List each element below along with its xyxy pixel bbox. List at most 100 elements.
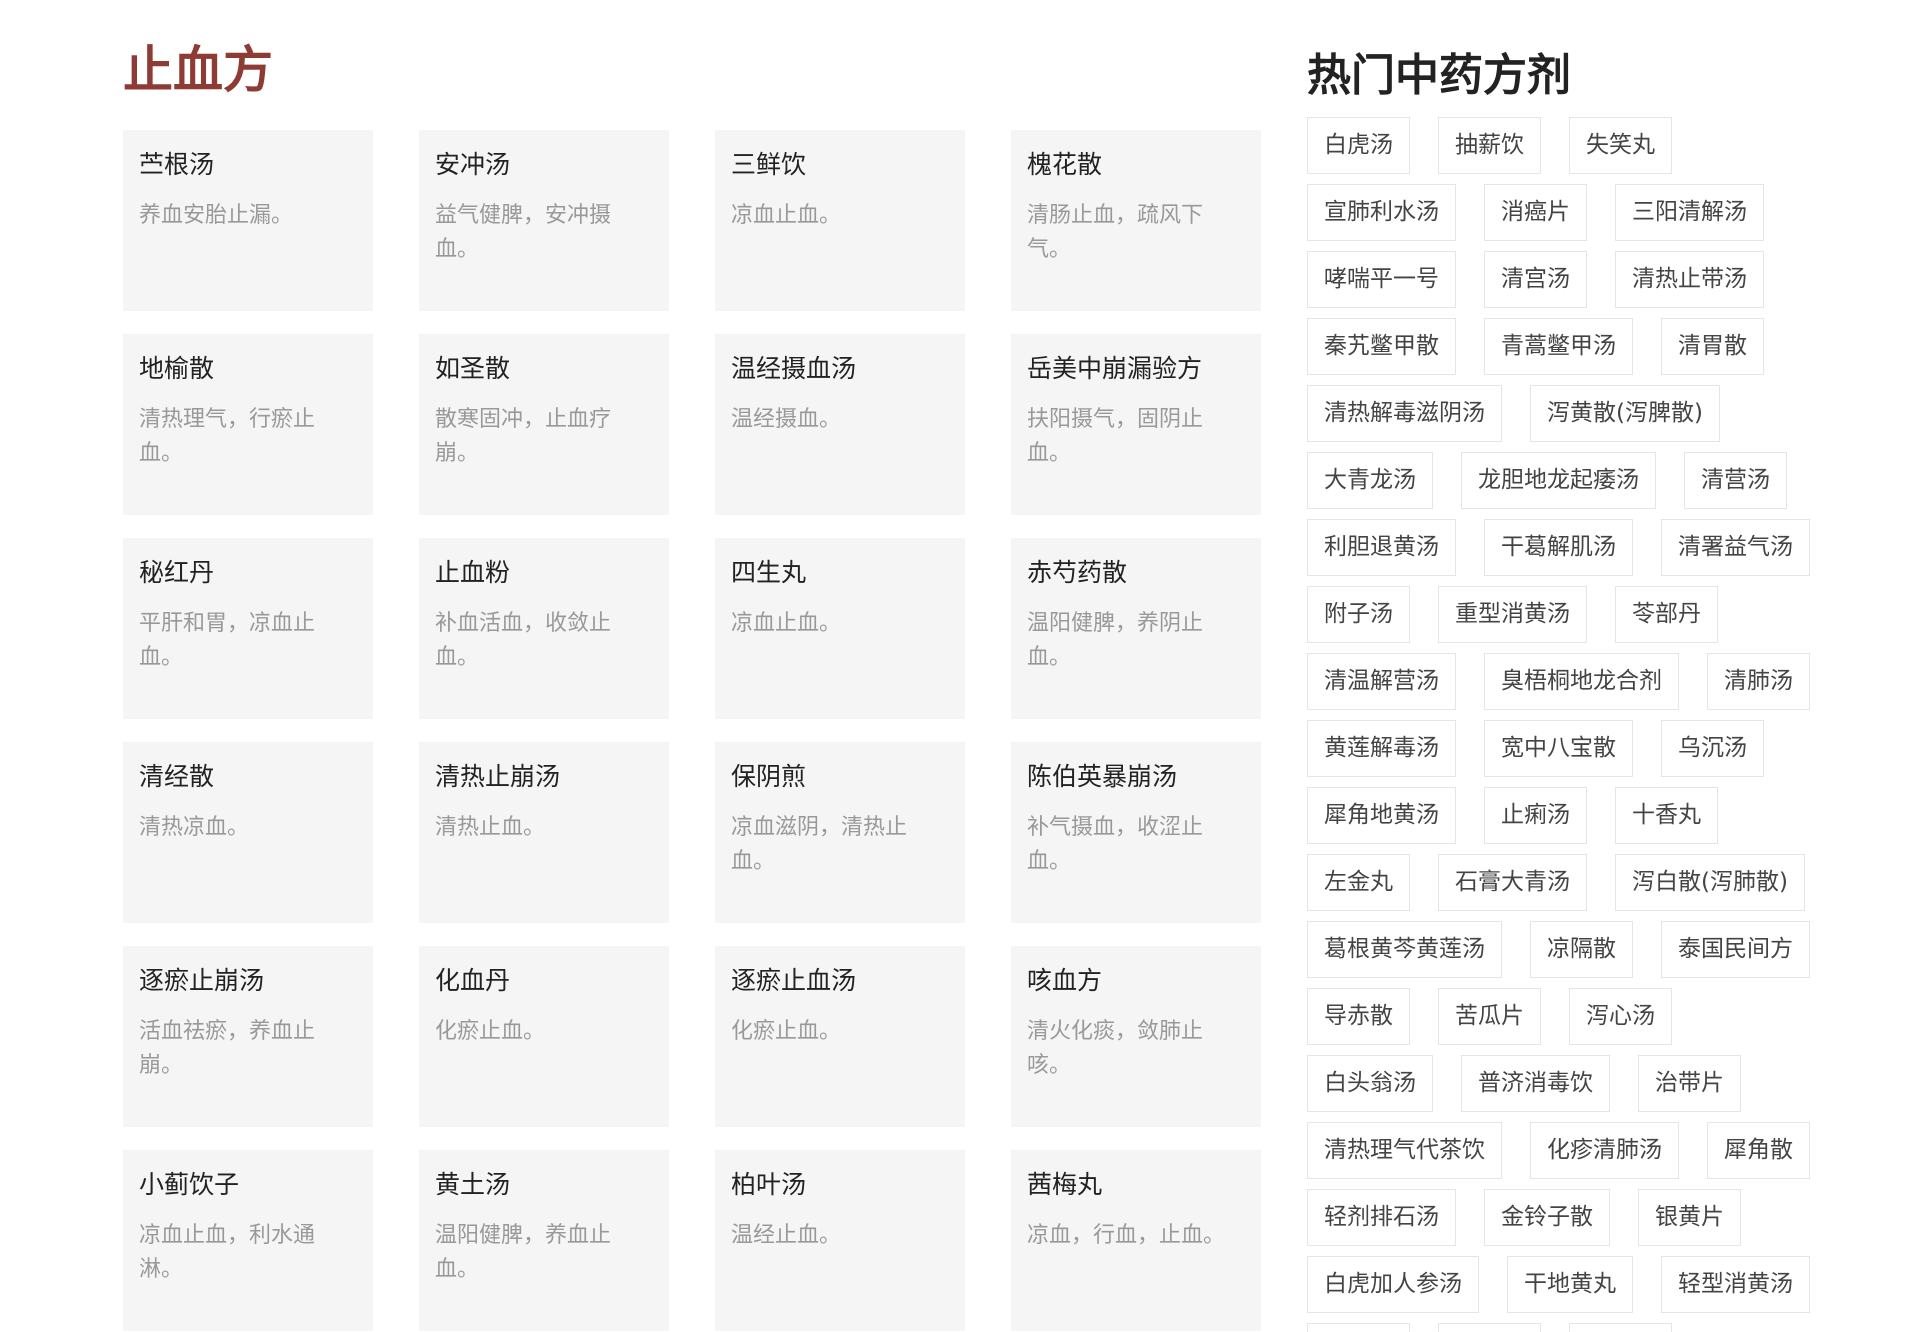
formula-card-name[interactable]: 如圣散: [435, 352, 653, 386]
formula-card[interactable]: 苎根汤 养血安胎止漏。: [123, 130, 373, 311]
formula-card-name[interactable]: 咳血方: [1027, 964, 1245, 998]
formula-tag-link[interactable]: 泰国民间方: [1661, 921, 1810, 978]
formula-tag-link[interactable]: 白头翁汤: [1307, 1055, 1433, 1112]
formula-tag-link[interactable]: 白虎加人参汤: [1307, 1256, 1479, 1313]
formula-tag-link[interactable]: 乌沉汤: [1661, 720, 1764, 777]
formula-card-name[interactable]: 苎根汤: [139, 148, 357, 182]
formula-tag-link[interactable]: 龙胆地龙起痿汤: [1461, 452, 1656, 509]
formula-card[interactable]: 逐瘀止崩汤 活血祛瘀，养血止崩。: [123, 946, 373, 1127]
formula-tag-link[interactable]: 失笑丸: [1569, 117, 1672, 174]
formula-tag-link[interactable]: 三阳清解汤: [1615, 184, 1764, 241]
formula-card-name[interactable]: 地榆散: [139, 352, 357, 386]
formula-tag-link[interactable]: 清热止带汤: [1615, 251, 1764, 308]
formula-card[interactable]: 茜梅丸 凉血，行血，止血。: [1011, 1150, 1261, 1331]
formula-card[interactable]: 陈伯英暴崩汤 补气摄血，收涩止血。: [1011, 742, 1261, 923]
formula-tag-link[interactable]: 清宫汤: [1484, 251, 1587, 308]
formula-card[interactable]: 温经摄血汤 温经摄血。: [715, 334, 965, 515]
formula-card[interactable]: 岳美中崩漏验方 扶阳摄气，固阴止血。: [1011, 334, 1261, 515]
formula-tag-link[interactable]: 秦艽鳖甲散: [1307, 318, 1456, 375]
formula-tag-link[interactable]: 普济消毒饮: [1461, 1055, 1610, 1112]
formula-tag-link[interactable]: 清营汤: [1684, 452, 1787, 509]
formula-card[interactable]: 秘红丹 平肝和胃，凉血止血。: [123, 538, 373, 719]
formula-tag-link[interactable]: 清热理气代茶饮: [1307, 1122, 1502, 1179]
formula-card[interactable]: 咳血方 清火化痰，敛肺止咳。: [1011, 946, 1261, 1127]
formula-tag-link[interactable]: 黄莲解毒汤: [1307, 720, 1456, 777]
formula-tag-link[interactable]: 化疹清肺汤: [1530, 1122, 1679, 1179]
formula-tag-link[interactable]: 大青龙汤: [1307, 452, 1433, 509]
formula-tag-link[interactable]: 利胆退黄汤: [1307, 519, 1456, 576]
formula-tag-link[interactable]: 哮喘平一号: [1307, 251, 1456, 308]
formula-tag-link[interactable]: 泻白散(泻肺散): [1615, 854, 1805, 911]
formula-tag-link[interactable]: 泻黄散(泻脾散): [1530, 385, 1720, 442]
formula-card[interactable]: 止血粉 补血活血，收敛止血。: [419, 538, 669, 719]
formula-card[interactable]: 赤芍药散 温阳健脾，养阴止血。: [1011, 538, 1261, 719]
formula-tag-link[interactable]: 止痢汤: [1484, 787, 1587, 844]
formula-card-name[interactable]: 赤芍药散: [1027, 556, 1245, 590]
formula-tag-link[interactable]: 消癌片: [1484, 184, 1587, 241]
formula-card[interactable]: 三鲜饮 凉血止血。: [715, 130, 965, 311]
formula-card-name[interactable]: 秘红丹: [139, 556, 357, 590]
formula-card-name[interactable]: 化血丹: [435, 964, 653, 998]
formula-tag-link[interactable]: 干地黄丸: [1507, 1256, 1633, 1313]
formula-tag-link[interactable]: 犀角地黄汤: [1307, 787, 1456, 844]
formula-card[interactable]: 黄土汤 温阳健脾，养血止血。: [419, 1150, 669, 1331]
formula-card[interactable]: 小蓟饮子 凉血止血，利水通淋。: [123, 1150, 373, 1331]
formula-tag-link[interactable]: 左金丸: [1307, 854, 1410, 911]
formula-card[interactable]: 保阴煎 凉血滋阴，清热止血。: [715, 742, 965, 923]
formula-card-name[interactable]: 茜梅丸: [1027, 1168, 1245, 1202]
formula-tag-link[interactable]: 清署益气汤: [1661, 519, 1810, 576]
formula-tag-link[interactable]: 清温解营汤: [1307, 653, 1456, 710]
formula-tag-link[interactable]: 橘核丸: [1569, 1323, 1672, 1332]
formula-tag-link[interactable]: 葛根黄芩黄莲汤: [1307, 921, 1502, 978]
formula-tag-link[interactable]: 息白汤: [1438, 1323, 1541, 1332]
formula-tag-link[interactable]: 臭梧桐地龙合剂: [1484, 653, 1679, 710]
formula-card-name[interactable]: 柏叶汤: [731, 1168, 949, 1202]
formula-tag-link[interactable]: 宽中八宝散: [1484, 720, 1633, 777]
formula-card-name[interactable]: 逐瘀止崩汤: [139, 964, 357, 998]
formula-card-name[interactable]: 保阴煎: [731, 760, 949, 794]
formula-card-name[interactable]: 小蓟饮子: [139, 1168, 357, 1202]
formula-tag-link[interactable]: 附子汤: [1307, 586, 1410, 643]
formula-card-name[interactable]: 陈伯英暴崩汤: [1027, 760, 1245, 794]
formula-card[interactable]: 化血丹 化瘀止血。: [419, 946, 669, 1127]
formula-card[interactable]: 槐花散 清肠止血，疏风下气。: [1011, 130, 1261, 311]
formula-card[interactable]: 柏叶汤 温经止血。: [715, 1150, 965, 1331]
formula-tag-link[interactable]: 金铃子散: [1484, 1189, 1610, 1246]
formula-tag-link[interactable]: 干葛解肌汤: [1484, 519, 1633, 576]
formula-tag-link[interactable]: 重型消黄汤: [1438, 586, 1587, 643]
formula-card[interactable]: 四生丸 凉血止血。: [715, 538, 965, 719]
formula-tag-link[interactable]: 凉隔散: [1530, 921, 1633, 978]
formula-card[interactable]: 地榆散 清热理气，行瘀止血。: [123, 334, 373, 515]
formula-card-name[interactable]: 安冲汤: [435, 148, 653, 182]
formula-tag-link[interactable]: 银黄片: [1638, 1189, 1741, 1246]
formula-tag-link[interactable]: 治带片: [1638, 1055, 1741, 1112]
formula-card-name[interactable]: 清热止崩汤: [435, 760, 653, 794]
formula-card-name[interactable]: 逐瘀止血汤: [731, 964, 949, 998]
formula-tag-link[interactable]: 轻型消黄汤: [1661, 1256, 1810, 1313]
formula-card-name[interactable]: 岳美中崩漏验方: [1027, 352, 1245, 386]
formula-tag-link[interactable]: 导赤散: [1307, 988, 1410, 1045]
formula-tag-link[interactable]: 清热解毒滋阴汤: [1307, 385, 1502, 442]
formula-tag-link[interactable]: 青蒿鳖甲汤: [1484, 318, 1633, 375]
formula-card-name[interactable]: 温经摄血汤: [731, 352, 949, 386]
formula-tag-link[interactable]: 温热散: [1307, 1323, 1410, 1332]
formula-tag-link[interactable]: 宣肺利水汤: [1307, 184, 1456, 241]
formula-card-name[interactable]: 槐花散: [1027, 148, 1245, 182]
formula-card[interactable]: 如圣散 散寒固冲，止血疗崩。: [419, 334, 669, 515]
formula-tag-link[interactable]: 抽薪饮: [1438, 117, 1541, 174]
formula-card[interactable]: 清经散 清热凉血。: [123, 742, 373, 923]
formula-tag-link[interactable]: 苦瓜片: [1438, 988, 1541, 1045]
formula-tag-link[interactable]: 泻心汤: [1569, 988, 1672, 1045]
formula-tag-link[interactable]: 清胃散: [1661, 318, 1764, 375]
formula-tag-link[interactable]: 犀角散: [1707, 1122, 1810, 1179]
formula-tag-link[interactable]: 白虎汤: [1307, 117, 1410, 174]
formula-tag-link[interactable]: 清肺汤: [1707, 653, 1810, 710]
formula-card[interactable]: 安冲汤 益气健脾，安冲摄血。: [419, 130, 669, 311]
formula-card-name[interactable]: 黄土汤: [435, 1168, 653, 1202]
formula-card-name[interactable]: 四生丸: [731, 556, 949, 590]
formula-tag-link[interactable]: 苓部丹: [1615, 586, 1718, 643]
formula-card-name[interactable]: 清经散: [139, 760, 357, 794]
formula-tag-link[interactable]: 十香丸: [1615, 787, 1718, 844]
formula-card[interactable]: 逐瘀止血汤 化瘀止血。: [715, 946, 965, 1127]
formula-tag-link[interactable]: 轻剂排石汤: [1307, 1189, 1456, 1246]
